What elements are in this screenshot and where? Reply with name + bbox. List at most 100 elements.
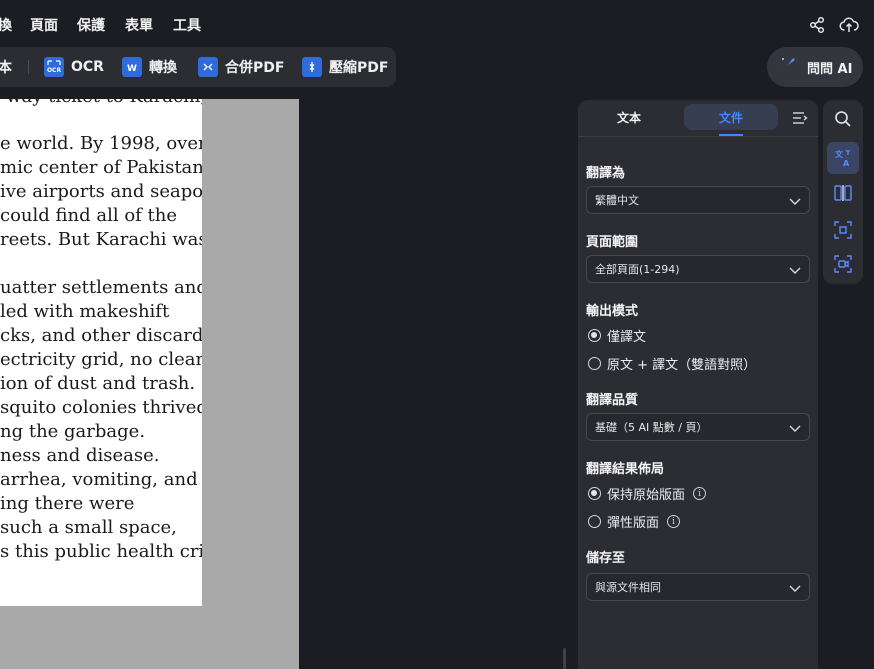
svg-text:文: 文 (835, 149, 844, 159)
ocr-button[interactable]: OCR OCR (44, 47, 104, 87)
merge-pdf-button[interactable]: 合併PDF (198, 47, 284, 87)
radio-selected-icon (588, 487, 601, 500)
compare-button[interactable] (827, 177, 859, 209)
layout-option-label: 保持原始版面 (607, 488, 686, 503)
ask-ai-label: 問問 AI (807, 61, 853, 77)
word-convert-icon: W (122, 57, 142, 77)
screen-record-button[interactable] (827, 248, 859, 280)
document-text-line: cks, and other discarded (0, 325, 202, 346)
menu-protect[interactable]: 保護 (77, 15, 105, 35)
translate-button[interactable]: 文 A (827, 142, 859, 174)
compress-pdf-label: 壓縮PDF (329, 60, 389, 76)
search-button[interactable] (827, 103, 859, 135)
menu-tools[interactable]: 工具 (173, 15, 201, 35)
chevron-down-icon (789, 267, 801, 274)
merge-pdf-label: 合併PDF (225, 60, 285, 76)
merge-icon (198, 57, 218, 77)
crop-button[interactable] (827, 214, 859, 246)
radio-unselected-icon (588, 357, 601, 370)
toolbar: 本 OCR OCR W 轉換 合併PDF 壓縮PDF (0, 47, 396, 87)
layout-keep-original[interactable]: 保持原始版面 i (588, 484, 707, 503)
output-mode-translation-only[interactable]: 僅譯文 (588, 326, 646, 345)
page-range-label: 頁面範圍 (586, 235, 639, 250)
translate-icon: 文 A (835, 149, 851, 168)
save-to-select[interactable]: 與源文件相同 (586, 573, 810, 601)
document-text-line: ing there were (0, 493, 135, 514)
collapse-menu-icon[interactable] (792, 110, 808, 126)
document-text-line: ness and disease. (0, 445, 160, 466)
document-text-line: led with makeshift (0, 301, 170, 322)
layout-label: 翻譯結果佈局 (586, 462, 665, 477)
menu-page[interactable]: 頁面 (30, 15, 58, 35)
menu-convert[interactable]: 換 (0, 15, 12, 35)
save-to-label: 儲存至 (586, 551, 626, 566)
text-tool-button[interactable]: 本 (0, 47, 12, 87)
chevron-down-icon (789, 585, 801, 592)
document-text-line: e world. By 1998, over (0, 133, 202, 154)
text-tool-label: 本 (0, 60, 12, 76)
document-text-line: could find all of the (0, 205, 178, 226)
output-mode-option-label: 原文 + 譯文（雙語對照） (607, 358, 757, 373)
convert-button[interactable]: W 轉換 (122, 47, 177, 87)
share-icon[interactable] (807, 15, 827, 35)
translate-panel: 文本 文件 翻譯為 繁體中文 頁面範圍 全部頁面(1-294) 輸出模式 僅譯文… (578, 100, 818, 669)
layout-flexible[interactable]: 彈性版面 i (588, 512, 681, 531)
document-text-line: uatter settlements and (0, 277, 202, 298)
ocr-label: OCR (71, 59, 104, 75)
radio-unselected-icon (588, 515, 601, 528)
cloud-upload-icon[interactable] (839, 15, 859, 35)
document-text-line: squito colonies thrived (0, 397, 202, 418)
svg-text:OCR: OCR (47, 67, 62, 74)
document-text-line: -way ticket to Karachi, (0, 99, 202, 107)
convert-label: 轉換 (149, 60, 177, 76)
document-page[interactable]: -way ticket to Karachi, e world. By 1998… (0, 99, 202, 606)
chevron-down-icon (789, 425, 801, 432)
page-range-value: 全部頁面(1-294) (595, 263, 680, 276)
svg-text:A: A (843, 159, 850, 168)
screen-capture-icon (834, 255, 852, 273)
radio-selected-icon (588, 329, 601, 342)
info-icon[interactable]: i (667, 515, 681, 528)
crop-icon (834, 221, 852, 239)
document-text-line: mic center of Pakistan (0, 157, 202, 178)
document-text-line: s this public health crisis (0, 541, 202, 562)
page-range-select[interactable]: 全部頁面(1-294) (586, 255, 810, 283)
output-mode-label: 輸出模式 (586, 304, 639, 319)
ocr-icon: OCR (44, 57, 64, 77)
compare-icon (834, 185, 852, 201)
quality-label: 翻譯品質 (586, 393, 639, 408)
document-text-line: ion of dust and trash. (0, 373, 196, 394)
translate-to-label: 翻譯為 (586, 166, 626, 181)
output-mode-bilingual[interactable]: 原文 + 譯文（雙語對照） (588, 354, 756, 373)
document-text-line: ectricity grid, no clean (0, 349, 202, 370)
menu-bar: 換 頁面 保護 表單 工具 (0, 0, 874, 48)
active-tab-indicator (719, 134, 743, 136)
ask-ai-button[interactable]: 問問 AI (767, 47, 863, 87)
info-icon[interactable]: i (693, 487, 707, 500)
ai-sparkle-icon (779, 56, 797, 78)
tab-text[interactable]: 文本 (582, 104, 676, 130)
document-text-line: such a small space, (0, 517, 177, 538)
quality-value: 基礎（5 AI 點數 / 頁） (595, 421, 708, 434)
compress-pdf-button[interactable]: 壓縮PDF (302, 47, 388, 87)
document-text-line: ng the garbage. (0, 421, 146, 442)
compress-icon (302, 57, 322, 77)
document-text-line: ive airports and seaports (0, 181, 202, 202)
document-text-line: arrhea, vomiting, and (0, 469, 198, 490)
toolbar-divider (28, 60, 29, 74)
chevron-down-icon (789, 198, 801, 205)
svg-text:W: W (127, 64, 137, 74)
panel-resize-handle[interactable] (563, 648, 566, 669)
menu-form[interactable]: 表單 (125, 15, 153, 35)
save-to-value: 與源文件相同 (595, 581, 661, 594)
panel-tabs: 文本 文件 (578, 100, 818, 137)
translate-to-value: 繁體中文 (595, 194, 639, 207)
layout-option-label: 彈性版面 (607, 516, 660, 531)
tab-document[interactable]: 文件 (684, 104, 778, 130)
document-text-line: reets. But Karachi was (0, 229, 202, 250)
translate-to-select[interactable]: 繁體中文 (586, 186, 810, 214)
quality-select[interactable]: 基礎（5 AI 點數 / 頁） (586, 413, 810, 441)
search-icon (835, 111, 851, 127)
right-tool-rail: 文 A (823, 100, 863, 284)
output-mode-option-label: 僅譯文 (607, 330, 647, 345)
